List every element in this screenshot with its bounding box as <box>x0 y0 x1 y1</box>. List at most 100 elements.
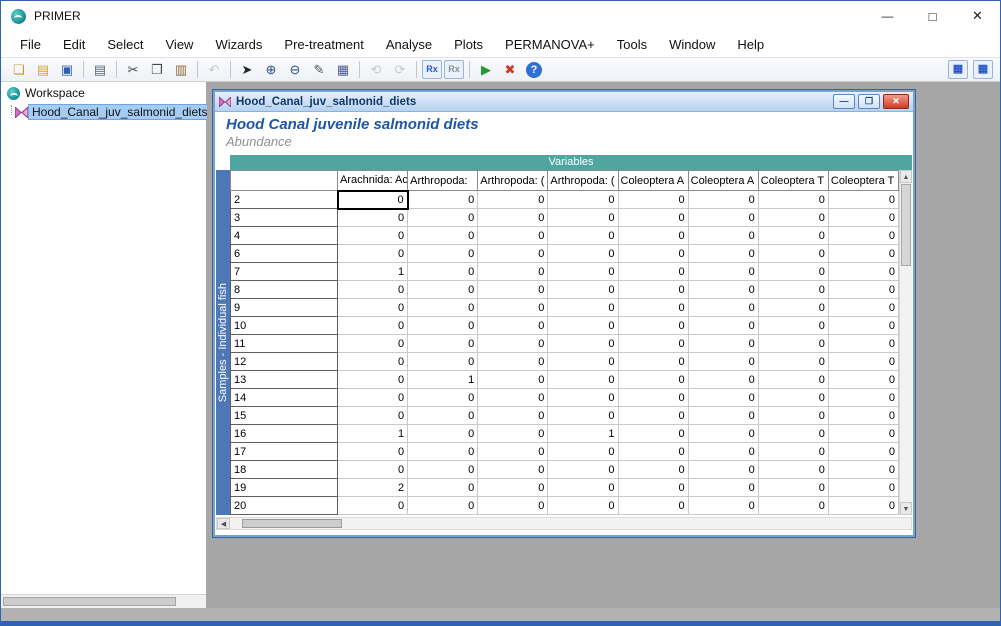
cell[interactable]: 0 <box>828 371 898 389</box>
cell[interactable]: 0 <box>828 317 898 335</box>
tree-root-workspace[interactable]: Workspace <box>1 82 206 104</box>
cell[interactable]: 0 <box>408 443 478 461</box>
rotate-ccw-icon[interactable]: ⟲ <box>365 60 387 80</box>
cell[interactable]: 1 <box>408 371 478 389</box>
cell[interactable]: 0 <box>338 317 408 335</box>
cell[interactable]: 1 <box>338 425 408 443</box>
cell[interactable]: 0 <box>758 263 828 281</box>
vertical-scrollbar[interactable]: ▲ ▼ <box>899 170 912 515</box>
mini-sheet-icon-2[interactable]: ▦ <box>973 60 993 79</box>
cell[interactable]: 0 <box>758 245 828 263</box>
cell[interactable]: 0 <box>828 479 898 497</box>
cell[interactable]: 0 <box>478 281 548 299</box>
row-label[interactable]: 12 <box>231 353 338 371</box>
cell[interactable]: 0 <box>338 335 408 353</box>
child-restore-button[interactable]: ❐ <box>858 94 880 109</box>
resemblance-alt-icon[interactable]: Rx <box>444 60 464 79</box>
row-label[interactable]: 2 <box>231 191 338 209</box>
cell[interactable]: 0 <box>548 407 618 425</box>
cell[interactable]: 0 <box>618 317 688 335</box>
cell[interactable]: 0 <box>758 371 828 389</box>
menu-item-analyse[interactable]: Analyse <box>375 34 443 55</box>
grid-icon[interactable]: ▦ <box>332 60 354 80</box>
cell[interactable]: 0 <box>548 191 618 209</box>
cell[interactable]: 0 <box>688 371 758 389</box>
cell[interactable]: 1 <box>338 263 408 281</box>
cell[interactable]: 0 <box>478 479 548 497</box>
cell[interactable]: 0 <box>408 191 478 209</box>
cell[interactable]: 0 <box>478 245 548 263</box>
cell[interactable]: 0 <box>408 353 478 371</box>
horizontal-scrollbar[interactable]: ◀ <box>216 517 912 530</box>
menu-item-select[interactable]: Select <box>96 34 154 55</box>
cell[interactable]: 0 <box>688 299 758 317</box>
cell[interactable]: 0 <box>478 443 548 461</box>
cell[interactable]: 0 <box>828 353 898 371</box>
column-header[interactable]: Coleoptera A <box>688 171 758 191</box>
new-workspace-icon[interactable]: ❏ <box>8 60 30 80</box>
cell[interactable]: 0 <box>548 371 618 389</box>
cell[interactable]: 0 <box>758 461 828 479</box>
label-tool-icon[interactable]: ✎ <box>308 60 330 80</box>
cell[interactable]: 0 <box>618 461 688 479</box>
cell[interactable]: 0 <box>618 407 688 425</box>
cell[interactable]: 0 <box>548 479 618 497</box>
save-icon[interactable]: ▣ <box>56 60 78 80</box>
mini-sheet-icon[interactable]: ▦ <box>948 60 968 79</box>
menu-item-permanova[interactable]: PERMANOVA+ <box>494 34 606 55</box>
cell[interactable]: 0 <box>688 227 758 245</box>
cell[interactable]: 0 <box>408 281 478 299</box>
copy-icon[interactable]: ❐ <box>146 60 168 80</box>
cell[interactable]: 0 <box>548 335 618 353</box>
cell[interactable]: 0 <box>828 263 898 281</box>
cell[interactable]: 0 <box>548 389 618 407</box>
cell[interactable]: 0 <box>758 389 828 407</box>
row-label[interactable]: 4 <box>231 227 338 245</box>
cell[interactable]: 0 <box>338 443 408 461</box>
rotate-cw-icon[interactable]: ⟳ <box>389 60 411 80</box>
cell[interactable]: 0 <box>478 317 548 335</box>
cell[interactable]: 0 <box>408 227 478 245</box>
cell[interactable]: 0 <box>688 353 758 371</box>
cell[interactable]: 0 <box>618 425 688 443</box>
cell[interactable]: 0 <box>548 263 618 281</box>
menu-item-window[interactable]: Window <box>658 34 726 55</box>
row-label[interactable]: 7 <box>231 263 338 281</box>
row-label[interactable]: 14 <box>231 389 338 407</box>
cell[interactable]: 0 <box>478 209 548 227</box>
cell[interactable]: 0 <box>688 245 758 263</box>
cell[interactable]: 0 <box>618 371 688 389</box>
cell[interactable]: 0 <box>828 443 898 461</box>
cell[interactable]: 0 <box>408 299 478 317</box>
column-header[interactable]: Arthropoda: ( <box>478 171 548 191</box>
cell[interactable]: 0 <box>688 407 758 425</box>
cell[interactable]: 0 <box>478 461 548 479</box>
cell[interactable]: 0 <box>618 335 688 353</box>
cell[interactable]: 0 <box>758 407 828 425</box>
cell[interactable]: 0 <box>548 443 618 461</box>
cell[interactable]: 0 <box>828 497 898 515</box>
tree-item-datasheet[interactable]: Hood_Canal_juv_salmonid_diets <box>11 104 206 120</box>
cell[interactable]: 0 <box>618 353 688 371</box>
cell[interactable]: 0 <box>758 317 828 335</box>
horizontal-scroll-thumb[interactable] <box>242 519 342 528</box>
cell[interactable]: 0 <box>688 281 758 299</box>
row-label[interactable]: 9 <box>231 299 338 317</box>
open-icon[interactable]: ▤ <box>32 60 54 80</box>
cell[interactable]: 0 <box>338 407 408 425</box>
cell[interactable]: 0 <box>408 245 478 263</box>
cell[interactable]: 0 <box>338 281 408 299</box>
sidebar-scroll-thumb[interactable] <box>3 597 176 606</box>
cell[interactable]: 0 <box>758 209 828 227</box>
cell[interactable]: 0 <box>548 317 618 335</box>
cell[interactable]: 0 <box>478 191 548 209</box>
cell[interactable]: 0 <box>478 263 548 281</box>
child-close-button[interactable]: ✕ <box>883 94 909 109</box>
column-header[interactable]: Arthropoda: ( <box>548 171 618 191</box>
scroll-up-icon[interactable]: ▲ <box>900 170 912 183</box>
cell[interactable]: 0 <box>618 191 688 209</box>
minimize-button[interactable]: — <box>865 1 910 31</box>
cell[interactable]: 0 <box>828 425 898 443</box>
cell[interactable]: 0 <box>408 263 478 281</box>
menu-item-view[interactable]: View <box>155 34 205 55</box>
